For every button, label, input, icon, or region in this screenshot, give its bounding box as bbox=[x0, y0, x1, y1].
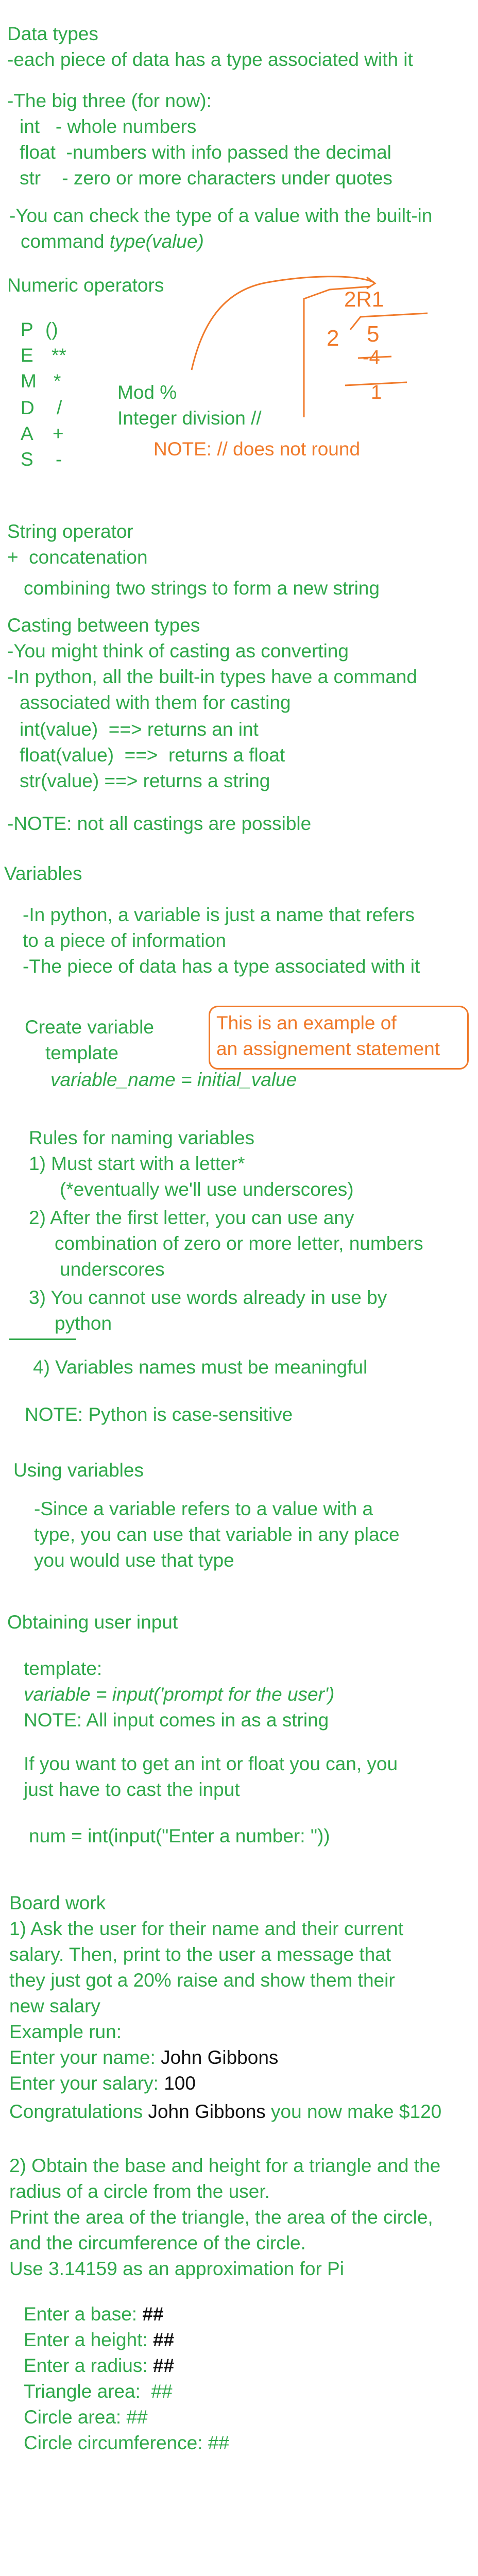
variables-line3: -The piece of data has a type associated… bbox=[23, 956, 420, 977]
long-division-subtract: -4 bbox=[363, 347, 380, 368]
circumference-label: Circle circumference: bbox=[24, 2432, 208, 2453]
using-variables-line1: -Since a variable refers to a value with… bbox=[34, 1498, 373, 1519]
question2-line4: and the circumference of the circle. bbox=[9, 2232, 306, 2253]
naming-rule-2: 2) After the first letter, you can use a… bbox=[29, 1207, 354, 1228]
example-congrats-line: Congratulations John Gibbons you now mak… bbox=[9, 2099, 441, 2124]
string-operator-heading: String operator bbox=[7, 521, 133, 542]
triangle-area-placeholder: ## bbox=[151, 2381, 173, 2402]
casting-line3: associated with them for casting bbox=[20, 692, 291, 713]
example-salary-line: Enter your salary: 100 bbox=[9, 2071, 196, 2096]
long-division-quotient: 2R1 bbox=[344, 287, 384, 311]
concatenation-line: + concatenation bbox=[7, 547, 148, 568]
input-template-code: variable = input('prompt for the user') bbox=[24, 1684, 335, 1705]
sample-triangle-area-line: Triangle area: ## bbox=[24, 2379, 173, 2404]
salary-prompt: Enter your salary: bbox=[9, 2073, 164, 2094]
long-division-divisor: 2 bbox=[327, 326, 339, 351]
input-cast-line2: just have to cast the input bbox=[24, 1779, 240, 1800]
name-value: John Gibbons bbox=[161, 2047, 279, 2068]
example-run-label: Example run: bbox=[9, 2021, 122, 2042]
radius-placeholder: ## bbox=[152, 2355, 175, 2376]
question2-line2: radius of a circle from the user. bbox=[9, 2181, 270, 2202]
variables-line1: -In python, a variable is just a name th… bbox=[23, 904, 415, 925]
long-division-remainder: 1 bbox=[371, 382, 382, 403]
congrats-prefix: Congratulations bbox=[9, 2101, 148, 2122]
casting-heading: Casting between types bbox=[7, 615, 200, 636]
input-template-label: template: bbox=[24, 1658, 103, 1679]
naming-rule-2-cont2: underscores bbox=[60, 1259, 165, 1280]
input-cast-example: num = int(input("Enter a number: ")) bbox=[29, 1825, 330, 1846]
salary-value: 100 bbox=[164, 2073, 196, 2094]
naming-rule-1: 1) Must start with a letter* bbox=[29, 1153, 245, 1174]
circle-area-label: Circle area: bbox=[24, 2406, 127, 2428]
naming-rules-heading: Rules for naming variables bbox=[29, 1127, 255, 1148]
question1-line4: new salary bbox=[9, 1995, 100, 2016]
naming-rule-4: 4) Variables names must be meaningful bbox=[33, 1357, 368, 1378]
board-work-heading: Board work bbox=[9, 1892, 106, 1913]
casting-line1: -You might think of casting as convertin… bbox=[7, 640, 349, 662]
sample-circle-area-line: Circle area: ## bbox=[24, 2405, 148, 2430]
variables-heading: Variables bbox=[4, 863, 82, 884]
question2-line3: Print the area of the triangle, the area… bbox=[9, 2207, 433, 2228]
height-placeholder: ## bbox=[152, 2329, 175, 2350]
input-cast-line1: If you want to get an int or float you c… bbox=[24, 1753, 398, 1774]
variables-line2: to a piece of information bbox=[23, 930, 226, 951]
example-name-line: Enter your name: John Gibbons bbox=[9, 2045, 278, 2070]
user-input-heading: Obtaining user input bbox=[7, 1612, 178, 1633]
template-label: template bbox=[45, 1042, 118, 1063]
assignment-note-line1: This is an example of bbox=[216, 1012, 397, 1033]
long-division-sketch bbox=[191, 276, 428, 417]
naming-rule-1-note: (*eventually we'll use underscores) bbox=[60, 1179, 354, 1200]
casting-line2: -In python, all the built-in types have … bbox=[7, 666, 417, 687]
circle-area-placeholder: ## bbox=[126, 2406, 148, 2428]
create-variable-label: Create variable bbox=[25, 1016, 154, 1038]
concatenation-desc: combining two strings to form a new stri… bbox=[24, 578, 380, 599]
question1-line1: 1) Ask the user for their name and their… bbox=[9, 1918, 404, 1939]
sample-base-line: Enter a base: ## bbox=[24, 2302, 164, 2327]
triangle-area-label: Triangle area: bbox=[24, 2381, 151, 2402]
cast-str-line: str(value) ==> returns a string bbox=[20, 770, 270, 791]
name-prompt: Enter your name: bbox=[9, 2047, 161, 2068]
question1-line2: salary. Then, print to the user a messag… bbox=[9, 1944, 391, 1965]
cast-float-line: float(value) ==> returns a float bbox=[20, 744, 285, 766]
base-placeholder: ## bbox=[142, 2303, 164, 2325]
case-sensitive-note: NOTE: Python is case-sensitive bbox=[25, 1404, 293, 1425]
naming-rule-3-cont: python bbox=[55, 1313, 112, 1334]
variable-template-code: variable_name = initial_value bbox=[50, 1069, 297, 1090]
sample-radius-line: Enter a radius: ## bbox=[24, 2353, 174, 2378]
question2-line5: Use 3.14159 as an approximation for Pi bbox=[9, 2258, 344, 2279]
naming-rule-2-cont: combination of zero or more letter, numb… bbox=[55, 1233, 423, 1254]
radius-prompt: Enter a radius: bbox=[24, 2355, 153, 2376]
question1-line3: they just got a 20% raise and show them … bbox=[9, 1970, 395, 1991]
casting-note: -NOTE: not all castings are possible bbox=[7, 813, 312, 834]
using-variables-line3: you would use that type bbox=[34, 1550, 234, 1571]
sample-height-line: Enter a height: ## bbox=[24, 2328, 174, 2352]
congrats-name: John Gibbons bbox=[148, 2101, 266, 2122]
sample-circumference-line: Circle circumference: ## bbox=[24, 2431, 229, 2455]
using-variables-line2: type, you can use that variable in any p… bbox=[34, 1524, 400, 1545]
base-prompt: Enter a base: bbox=[24, 2303, 143, 2325]
using-variables-heading: Using variables bbox=[13, 1460, 144, 1481]
input-string-note: NOTE: All input comes in as a string bbox=[24, 1709, 329, 1731]
question2-line1: 2) Obtain the base and height for a tria… bbox=[9, 2155, 441, 2176]
cast-int-line: int(value) ==> returns an int bbox=[20, 719, 259, 740]
naming-rule-3: 3) You cannot use words already in use b… bbox=[29, 1287, 387, 1308]
congrats-suffix: you now make $120 bbox=[265, 2101, 442, 2122]
long-division-dividend: 5 bbox=[367, 321, 380, 347]
height-prompt: Enter a height: bbox=[24, 2329, 153, 2350]
assignment-note-line2: an assignement statement bbox=[216, 1038, 440, 1059]
rule-divider bbox=[9, 1338, 76, 1340]
circumference-placeholder: ## bbox=[208, 2432, 229, 2453]
